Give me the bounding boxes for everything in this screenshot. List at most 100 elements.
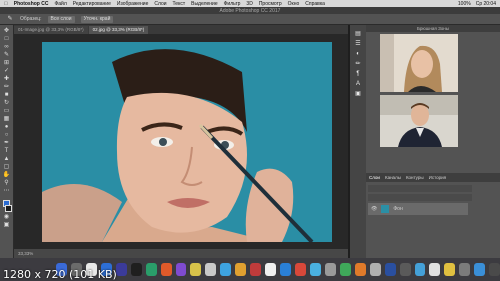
character-panel-icon[interactable]: A — [354, 81, 362, 87]
menu-file[interactable]: Файл — [54, 1, 66, 7]
dock-app-icon[interactable] — [295, 263, 306, 276]
dock-app-icon[interactable] — [369, 263, 381, 276]
tab-image-2[interactable]: 02.jpg @ 33,3% (RGB/8*) — [88, 26, 149, 34]
quick-mask-icon[interactable]: ◉ — [3, 214, 11, 220]
menu-window[interactable]: Окно — [288, 1, 300, 7]
webcam-woman-image — [380, 34, 458, 92]
brush-tool-icon[interactable]: ✎ — [6, 16, 14, 22]
app-menu[interactable]: Photoshop CC — [14, 1, 49, 7]
paragraph-panel-icon[interactable]: ¶ — [354, 71, 362, 77]
dock-app-icon[interactable] — [220, 263, 232, 276]
menu-select[interactable]: Выделение — [191, 1, 218, 7]
tab-image-1[interactable]: 01-Image.jpg @ 33,3% (RGB/8*) — [14, 26, 88, 34]
hand-tool-icon[interactable]: ✋ — [3, 172, 11, 178]
quick-select-tool-icon[interactable]: ✎ — [3, 52, 11, 58]
crop-tool-icon[interactable]: ⊞ — [3, 60, 11, 66]
shape-tool-icon[interactable]: ▢ — [3, 164, 11, 170]
portrait-image — [42, 42, 332, 242]
tab-layers[interactable]: Слои — [369, 175, 380, 180]
canvas-area — [14, 34, 348, 249]
tools-panel: ✥ □ ∞ ✎ ⊞ ✓ ✚ ✏ ■ ↻ ▭ ▦ ● ○ ✒ T ▲ ▢ ✋ ⚲ … — [0, 25, 14, 258]
gradient-tool-icon[interactable]: ▦ — [3, 116, 11, 122]
dock-app-icon[interactable] — [160, 263, 172, 276]
path-select-tool-icon[interactable]: ▲ — [3, 156, 11, 162]
zoom-tool-icon[interactable]: ⚲ — [3, 180, 11, 186]
dock-app-icon[interactable] — [414, 263, 426, 276]
eyedropper-tool-icon[interactable]: ✓ — [3, 68, 11, 74]
dock-app-icon[interactable] — [250, 263, 262, 276]
sample-label: Образец: — [20, 16, 42, 22]
clock[interactable]: Ср 20:04 — [476, 1, 496, 7]
healing-tool-icon[interactable]: ✚ — [3, 76, 11, 82]
dodge-tool-icon[interactable]: ○ — [3, 132, 11, 138]
brush-tool-icon[interactable]: ✏ — [3, 84, 11, 90]
menu-help[interactable]: Справка — [305, 1, 325, 7]
menu-type[interactable]: Текст — [173, 1, 186, 7]
tab-history[interactable]: История — [429, 175, 446, 180]
menubar-status: 100% Ср 20:04 — [458, 1, 500, 7]
properties-panel-icon[interactable]: ☰ — [354, 41, 362, 47]
pen-tool-icon[interactable]: ✒ — [3, 140, 11, 146]
menu-3d[interactable]: 3D — [246, 1, 252, 7]
dock-app-icon[interactable] — [354, 263, 366, 276]
stamp-tool-icon[interactable]: ■ — [3, 92, 11, 98]
layers-panel-icon[interactable]: ▣ — [354, 91, 362, 97]
dock-app-icon[interactable] — [309, 263, 321, 276]
dock-app-icon[interactable] — [324, 263, 336, 276]
eraser-tool-icon[interactable]: ▭ — [3, 108, 11, 114]
dock-app-icon[interactable] — [339, 263, 351, 276]
screen-mode-icon[interactable]: ▣ — [3, 222, 11, 228]
blur-tool-icon[interactable]: ● — [3, 124, 11, 130]
history-brush-tool-icon[interactable]: ↻ — [3, 100, 11, 106]
dock-app-icon[interactable] — [459, 263, 471, 276]
menu-edit[interactable]: Редактирование — [73, 1, 111, 7]
dock-app-icon[interactable] — [145, 263, 157, 276]
layer-row-background[interactable]: 👁 Фон — [368, 203, 468, 215]
menu-view[interactable]: Просмотр — [259, 1, 282, 7]
dock-app-icon[interactable] — [235, 263, 247, 276]
history-panel-icon[interactable]: ▤ — [354, 31, 362, 37]
marquee-tool-icon[interactable]: □ — [3, 36, 11, 42]
refine-edge-button[interactable]: Уточн. край — [80, 15, 114, 23]
dock-app-icon[interactable] — [130, 263, 142, 276]
dock-app-icon[interactable] — [175, 263, 187, 276]
background-color-swatch[interactable] — [5, 205, 12, 212]
apple-icon[interactable]:  — [4, 1, 8, 7]
move-tool-icon[interactable]: ✥ — [3, 28, 11, 34]
dock-app-icon[interactable] — [265, 263, 277, 276]
right-panels: Брюшная Зоны Слои Каналы Контуры История… — [366, 25, 500, 258]
menu-image[interactable]: Изображение — [117, 1, 149, 7]
menu-filter[interactable]: Фильтр — [224, 1, 241, 7]
dock-app-icon[interactable] — [205, 263, 217, 276]
sample-select[interactable]: Все слои — [47, 15, 75, 23]
lasso-tool-icon[interactable]: ∞ — [3, 44, 11, 50]
visibility-eye-icon[interactable]: 👁 — [371, 206, 377, 212]
dock-app-icon[interactable] — [399, 263, 411, 276]
dock-app-icon[interactable] — [190, 263, 202, 276]
dock-app-icon[interactable] — [384, 263, 396, 276]
dock-app-icon[interactable] — [489, 263, 500, 276]
dock-app-icon[interactable] — [280, 263, 291, 276]
document-canvas[interactable] — [42, 42, 332, 242]
battery-status[interactable]: 100% — [458, 1, 471, 7]
zoom-readout[interactable]: 33,33% — [18, 251, 33, 256]
status-bar: 33,33% — [14, 249, 348, 258]
dock-app-icon[interactable] — [115, 263, 127, 276]
layers-panel-tabs: Слои Каналы Контуры История — [366, 173, 500, 182]
more-tools-icon[interactable]: ⋯ — [3, 188, 11, 194]
app-titlebar: Adobe Photoshop CC 2017 — [0, 7, 500, 14]
adjustments-panel-icon[interactable]: ◐ — [354, 51, 362, 57]
options-bar: ✎ Образец: Все слои Уточн. край — [0, 14, 500, 25]
dock-app-icon[interactable] — [429, 263, 441, 276]
tab-channels[interactable]: Каналы — [385, 175, 401, 180]
dock-app-icon[interactable] — [444, 263, 456, 276]
menu-layers[interactable]: Слои — [154, 1, 166, 7]
type-tool-icon[interactable]: T — [3, 148, 11, 154]
video-panel-title: Брюшная Зоны — [366, 25, 500, 32]
tab-paths[interactable]: Контуры — [406, 175, 424, 180]
app-title: Adobe Photoshop CC 2017 — [219, 7, 281, 14]
brush-panel-icon[interactable]: ✏ — [354, 61, 362, 67]
blend-mode-row[interactable] — [368, 194, 472, 201]
dock-app-icon[interactable] — [474, 263, 486, 276]
layer-filter-row[interactable] — [368, 185, 472, 192]
